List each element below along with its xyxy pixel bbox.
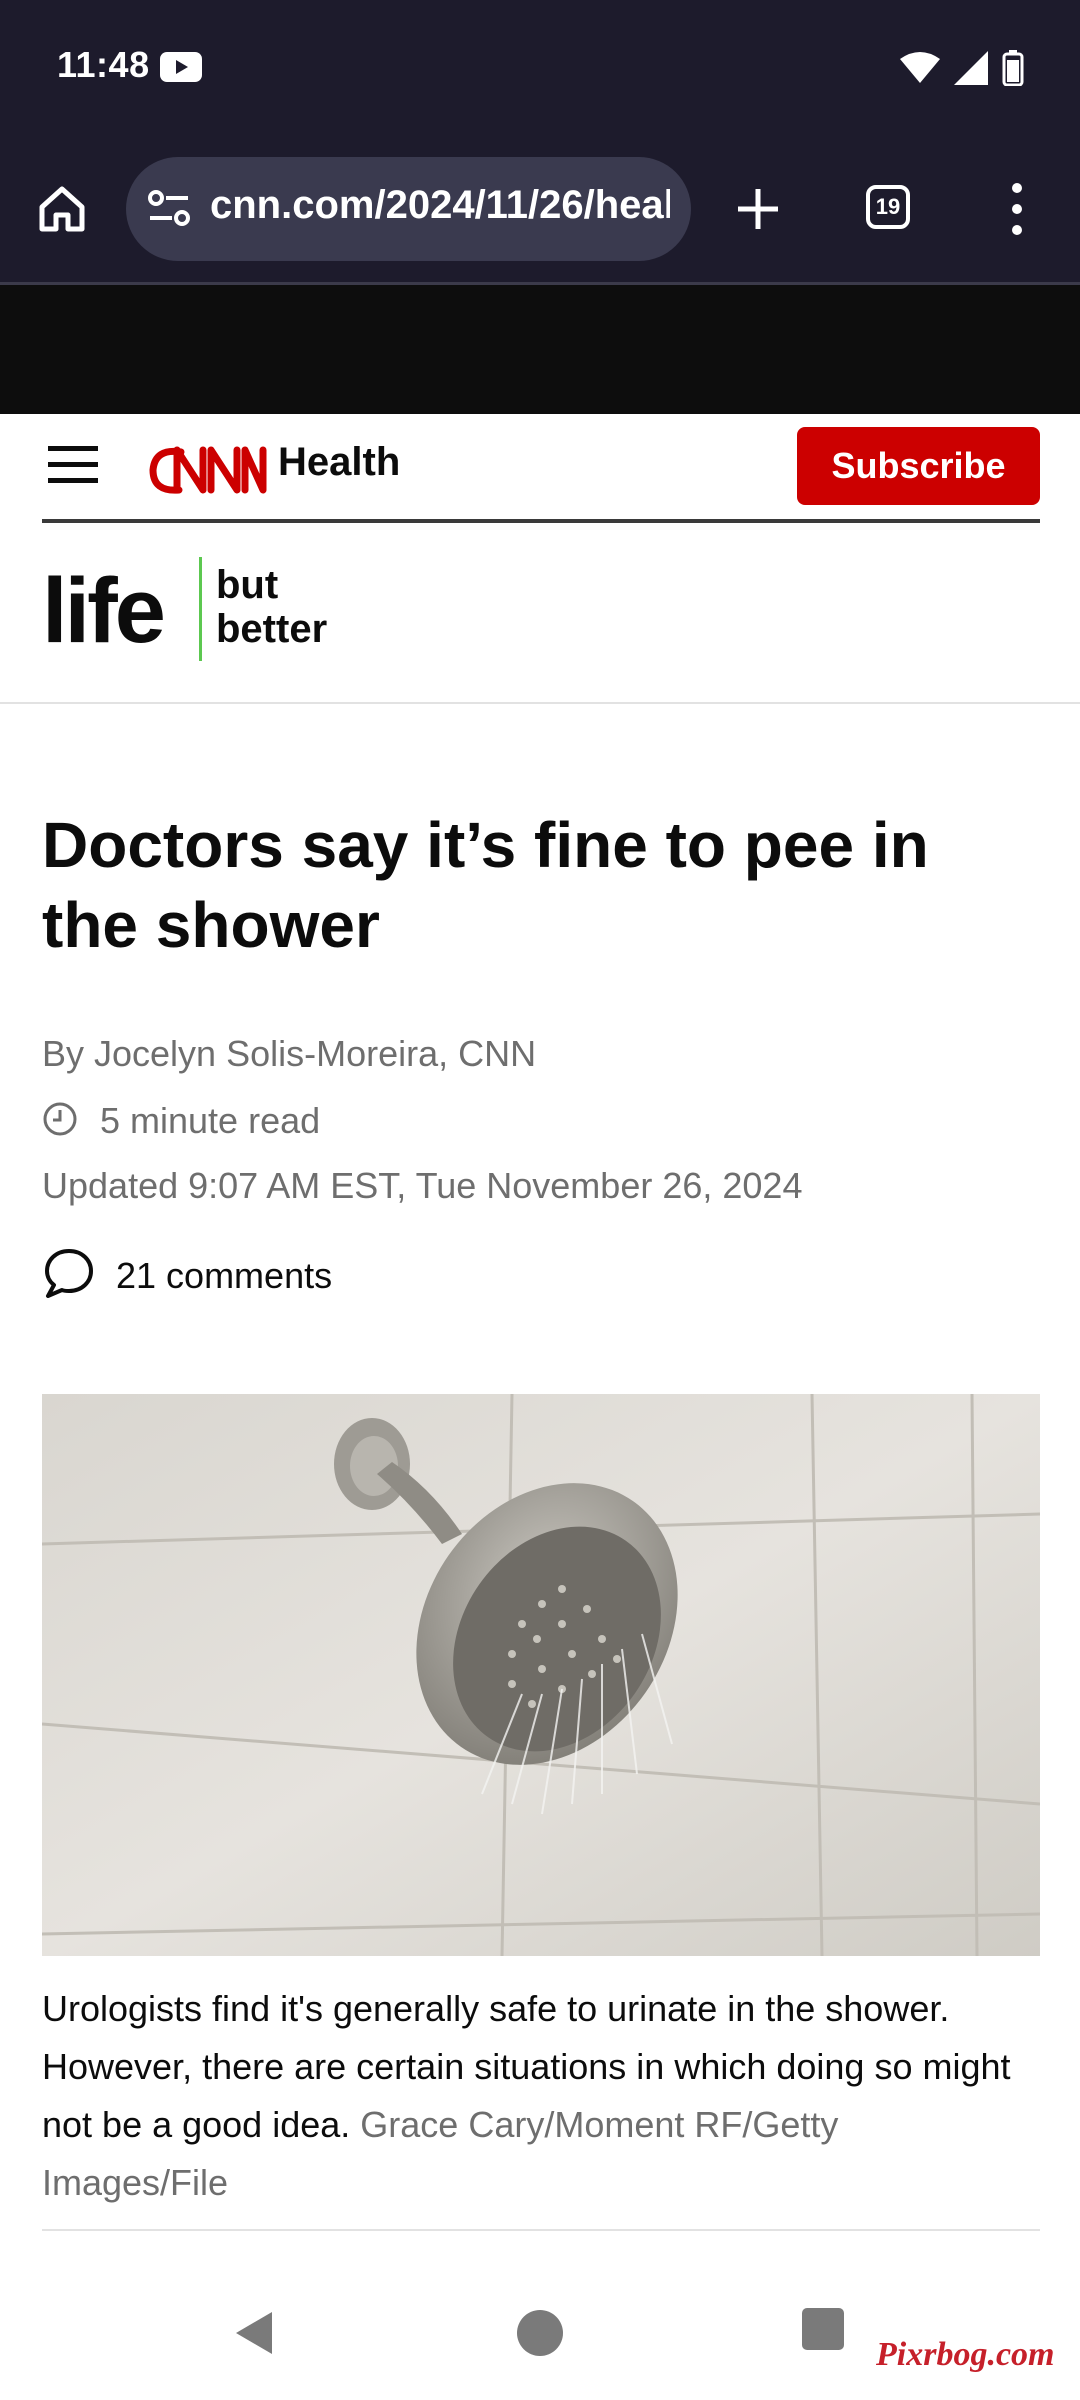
comments-link[interactable]: 21 comments xyxy=(42,1246,332,1305)
hamburger-menu-icon[interactable] xyxy=(48,444,98,489)
updated-timestamp: Updated 9:07 AM EST, Tue November 26, 20… xyxy=(42,1165,803,1206)
status-time: 11:48 xyxy=(57,44,150,85)
article-hero-image[interactable] xyxy=(42,1394,1040,1956)
more-menu-icon[interactable] xyxy=(1008,181,1026,242)
status-bar: 11:48 xyxy=(0,0,1080,135)
signal-icon xyxy=(954,51,988,90)
watermark: Pixrbog.com xyxy=(876,2336,1055,2373)
status-icons xyxy=(900,50,1024,91)
read-time: 5 minute read xyxy=(42,1100,320,1142)
brand-but: but xyxy=(216,563,279,607)
brand-better: better xyxy=(216,607,328,651)
section-divider xyxy=(0,702,1080,704)
brand-life: life xyxy=(42,560,166,662)
image-caption: Urologists find it's generally safe to u… xyxy=(42,1980,1032,2212)
life-but-better-logo[interactable]: life but better xyxy=(42,555,442,665)
header-divider xyxy=(42,519,1040,523)
subscribe-button[interactable]: Subscribe xyxy=(797,427,1040,505)
caption-divider xyxy=(42,2229,1040,2231)
home-nav-icon[interactable] xyxy=(515,2308,565,2363)
system-nav-bar xyxy=(0,2256,1080,2400)
url-bar[interactable]: cnn.com/2024/11/26/health/pee-in-shower-… xyxy=(126,157,691,261)
home-icon[interactable] xyxy=(36,183,88,240)
battery-icon xyxy=(1002,50,1024,91)
cnn-logo[interactable] xyxy=(145,440,267,505)
youtube-icon xyxy=(160,52,202,87)
browser-toolbar: cnn.com/2024/11/26/health/pee-in-shower-… xyxy=(0,135,1080,285)
site-header: Health Subscribe xyxy=(0,414,1080,524)
recent-apps-icon[interactable] xyxy=(802,2308,844,2355)
url-text[interactable]: cnn.com/2024/11/26/health/pee-in-shower-… xyxy=(210,183,670,228)
back-icon[interactable] xyxy=(232,2310,278,2361)
article-byline[interactable]: By Jocelyn Solis-Moreira, CNN xyxy=(42,1033,536,1075)
section-label[interactable]: Health xyxy=(278,440,400,485)
comment-bubble-icon xyxy=(42,1246,96,1305)
new-tab-icon[interactable] xyxy=(732,183,784,240)
wifi-icon xyxy=(900,51,940,90)
article-headline: Doctors say it’s fine to pee in the show… xyxy=(42,809,929,961)
read-time-label: 5 minute read xyxy=(100,1100,321,1141)
site-info-icon[interactable] xyxy=(148,189,190,232)
clock-icon xyxy=(42,1101,78,1142)
comments-count[interactable]: 21 comments xyxy=(116,1255,332,1297)
ad-placeholder xyxy=(0,285,1080,414)
brand-divider xyxy=(199,557,202,661)
tab-switcher-button[interactable]: 19 xyxy=(866,185,910,229)
